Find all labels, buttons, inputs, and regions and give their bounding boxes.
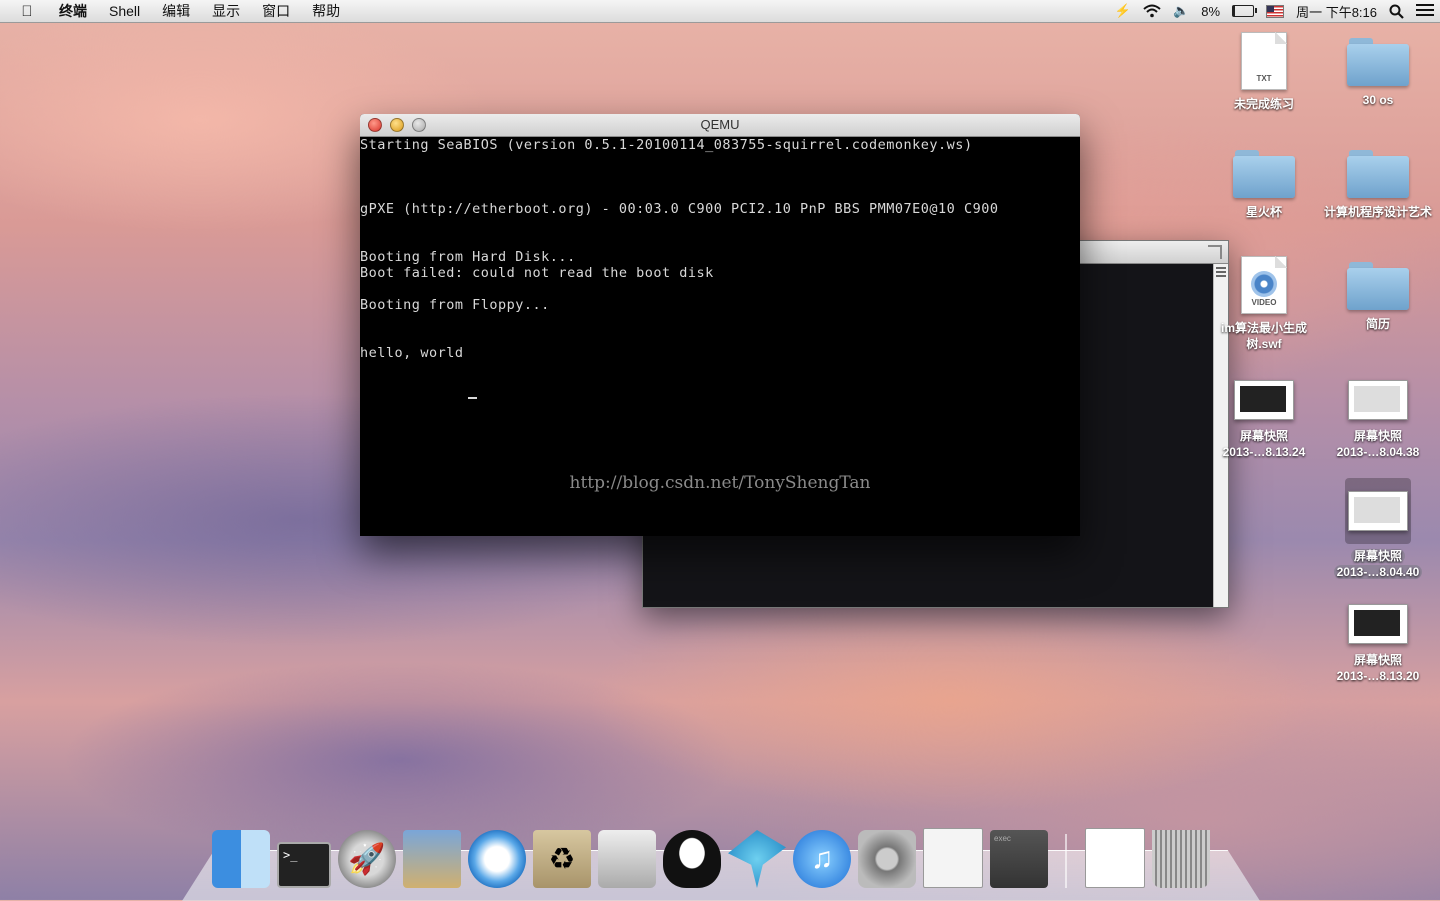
window-controls bbox=[368, 118, 434, 132]
console-line: Booting from Floppy... bbox=[360, 297, 550, 313]
trash-icon[interactable] bbox=[1152, 830, 1210, 888]
console-line: Starting SeaBIOS (version 0.5.1-20100114… bbox=[360, 137, 973, 153]
battery-percent[interactable]: 8% bbox=[1201, 4, 1220, 19]
desktop-icon-label: 未完成练习 bbox=[1233, 97, 1294, 111]
menu-view[interactable]: 显示 bbox=[201, 0, 251, 22]
dock: >_ 🚀 ♻ ♫ exec bbox=[212, 818, 1217, 888]
battery-icon[interactable] bbox=[1232, 5, 1258, 17]
desktop-icon-folder[interactable]: 计算机程序设计艺术 bbox=[1323, 150, 1433, 220]
media-disc-icon bbox=[1251, 271, 1277, 297]
console-line: Booting from Hard Disk... bbox=[360, 249, 576, 265]
close-button[interactable] bbox=[368, 118, 382, 132]
safari-icon[interactable] bbox=[468, 830, 526, 888]
qemu-titlebar[interactable]: QEMU bbox=[360, 114, 1080, 137]
exec-label: exec bbox=[994, 834, 1011, 843]
desktop-icon-sublabel: 2013-…8.04.40 bbox=[1333, 565, 1423, 579]
screenshot-thumbnail-icon bbox=[1348, 604, 1408, 644]
zoom-button[interactable] bbox=[412, 118, 426, 132]
folder-icon bbox=[1347, 38, 1409, 86]
notification-center-icon[interactable] bbox=[1416, 4, 1434, 18]
desktop-icon-sublabel: 2013-…8.13.24 bbox=[1222, 445, 1306, 459]
script-editor-icon[interactable] bbox=[923, 828, 983, 888]
folder-icon bbox=[1347, 150, 1409, 198]
file-type-tag: VIDEO bbox=[1251, 298, 1277, 307]
qemu-console[interactable]: Starting SeaBIOS (version 0.5.1-20100114… bbox=[360, 137, 1080, 536]
desktop-icon-screenshot-selected[interactable]: 屏幕快照 2013-…8.04.40 bbox=[1323, 478, 1433, 580]
watermark: http://blog.csdn.net/TonyShengTan bbox=[569, 473, 871, 493]
text-file-icon: TXT bbox=[1241, 32, 1287, 90]
console-line: Boot failed: could not read the boot dis… bbox=[360, 265, 714, 281]
minimize-button[interactable] bbox=[390, 118, 404, 132]
spotlight-search-icon[interactable] bbox=[1389, 4, 1404, 19]
selection-highlight bbox=[1345, 478, 1411, 544]
desktop-icon-screenshot[interactable]: 屏幕快照 2013-…8.13.20 bbox=[1323, 604, 1433, 684]
desktop-icon-screenshot[interactable]: 屏幕快照 2013-…8.04.38 bbox=[1323, 380, 1433, 460]
video-file-icon: VIDEO bbox=[1241, 256, 1287, 314]
screenshot-thumbnail-icon bbox=[1348, 380, 1408, 420]
qemu-window[interactable]: QEMU Starting SeaBIOS (version 0.5.1-201… bbox=[360, 114, 1080, 536]
bird-app-icon[interactable] bbox=[728, 830, 786, 888]
screenshot-thumbnail-icon bbox=[1234, 380, 1294, 420]
power-icon[interactable]: ⚡ bbox=[1115, 3, 1131, 19]
desktop-icon-label: 星火杯 bbox=[1245, 205, 1282, 219]
finder-icon[interactable] bbox=[212, 830, 270, 888]
folder-icon bbox=[1347, 262, 1409, 310]
console-line: gPXE (http://etherboot.org) - 00:03.0 C9… bbox=[360, 201, 999, 217]
exec-icon[interactable]: exec bbox=[990, 830, 1048, 888]
apple-menu-icon[interactable]:  bbox=[18, 2, 36, 20]
desktop-icon-label: 屏幕快照 bbox=[1350, 549, 1405, 563]
window-title: QEMU bbox=[700, 117, 740, 132]
desktop-icon-sublabel: 2013-…8.04.38 bbox=[1336, 445, 1420, 459]
text-cursor bbox=[468, 397, 477, 399]
desktop-icon-label: 屏幕快照 bbox=[1353, 429, 1402, 443]
console-line: hello, world bbox=[360, 345, 464, 361]
desktop-icon-label: im算法最小生成树.swf bbox=[1220, 321, 1307, 351]
desktop-icon-label: 计算机程序设计艺术 bbox=[1323, 205, 1432, 219]
archive-utility-icon[interactable]: ♻ bbox=[533, 830, 591, 888]
terminal-prompt-text: >_ bbox=[283, 848, 298, 862]
desktop-icon-txt[interactable]: TXT 未完成练习 bbox=[1209, 32, 1319, 112]
menu-shell[interactable]: Shell bbox=[98, 0, 151, 22]
desktop-icon-folder[interactable]: 30 os bbox=[1323, 38, 1433, 108]
volume-icon[interactable]: 🔈 bbox=[1173, 3, 1189, 19]
terminal-icon[interactable]: >_ bbox=[277, 842, 331, 888]
menu-bar:  终端 Shell 编辑 显示 窗口 帮助 ⚡ 🔈 8% 周一 下午8:16 bbox=[0, 0, 1440, 23]
itunes-icon[interactable]: ♫ bbox=[793, 830, 851, 888]
joystick-app-icon[interactable] bbox=[598, 830, 656, 888]
menu-edit[interactable]: 编辑 bbox=[151, 0, 201, 22]
battery-fill bbox=[1233, 6, 1235, 16]
clock[interactable]: 周一 下午8:16 bbox=[1296, 2, 1377, 21]
desktop-icon-label: 30 os bbox=[1362, 93, 1394, 107]
menu-help[interactable]: 帮助 bbox=[301, 0, 351, 22]
folder-icon bbox=[1233, 150, 1295, 198]
desktop-icon-screenshot[interactable]: 屏幕快照 2013-…8.13.24 bbox=[1209, 380, 1319, 460]
desktop-icon-label: 简历 bbox=[1365, 317, 1390, 331]
desktop-icon-label: 屏幕快照 bbox=[1353, 653, 1402, 667]
dock-separator bbox=[1065, 834, 1067, 888]
menu-window[interactable]: 窗口 bbox=[251, 0, 301, 22]
screenshot-stack-icon[interactable] bbox=[1085, 828, 1145, 888]
mail-icon[interactable] bbox=[403, 830, 461, 888]
input-source-flag-icon[interactable] bbox=[1266, 4, 1285, 18]
desktop-icon-video[interactable]: VIDEO im算法最小生成树.swf bbox=[1209, 256, 1319, 352]
desktop-icon-folder[interactable]: 星火杯 bbox=[1209, 150, 1319, 220]
wifi-icon[interactable] bbox=[1143, 4, 1161, 18]
file-type-tag: TXT bbox=[1256, 74, 1272, 83]
desktop-icon-label: 屏幕快照 bbox=[1239, 429, 1288, 443]
screenshot-thumbnail-icon bbox=[1348, 491, 1408, 531]
system-preferences-icon[interactable] bbox=[858, 830, 916, 888]
desktop-icon-sublabel: 2013-…8.13.20 bbox=[1336, 669, 1420, 683]
status-area: ⚡ 🔈 8% 周一 下午8:16 bbox=[1109, 0, 1440, 22]
desktop-icon-folder[interactable]: 简历 bbox=[1323, 262, 1433, 332]
launchpad-icon[interactable]: 🚀 bbox=[338, 830, 396, 888]
qq-icon[interactable] bbox=[663, 830, 721, 888]
menu-app-terminal[interactable]: 终端 bbox=[48, 0, 98, 22]
